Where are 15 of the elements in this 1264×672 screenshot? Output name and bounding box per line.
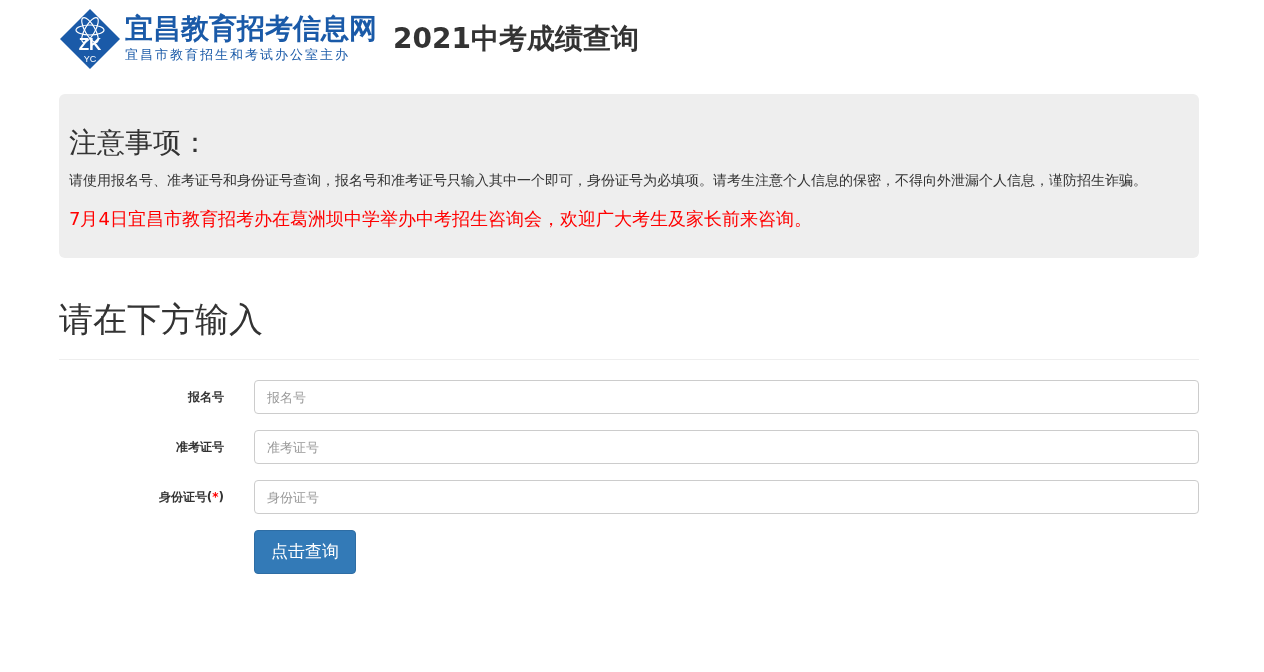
sponsor-text: 宜昌市教育招生和考试办公室主办 [125, 45, 351, 64]
notice-heading: 注意事项： [69, 125, 210, 161]
form-heading: 请在下方输入 [59, 294, 1199, 360]
submit-button[interactable]: 点击查询 [254, 530, 356, 574]
field-label: 报名号 [188, 390, 224, 404]
field-label: 准考证号 [176, 440, 224, 454]
input-field[interactable]: 准考证号 [254, 430, 1199, 464]
site-name: 宜昌教育招考信息网 [125, 13, 377, 45]
input-field[interactable]: 身份证号 [254, 480, 1199, 514]
field-label: 身份证号(*) [158, 490, 224, 504]
logo-icon: ZK YC [59, 8, 121, 70]
page-title: 2021中考成绩查询 [393, 21, 639, 57]
input-field[interactable]: 报名号 [254, 380, 1199, 414]
announcement-text: 7月4日宜昌市教育招考办在葛洲坝中学举办中考招生咨询会，欢迎广大考生及家长前来咨询。 [69, 207, 813, 231]
notice-text: 请使用报名号、准考证号和身份证号查询，报名号和准考证号只输入其中一个即可，身份证号为必填项。请考生注意个人信息的保密，不得向外泄漏个人信息，谨防招生诈骗。 [69, 171, 1148, 190]
